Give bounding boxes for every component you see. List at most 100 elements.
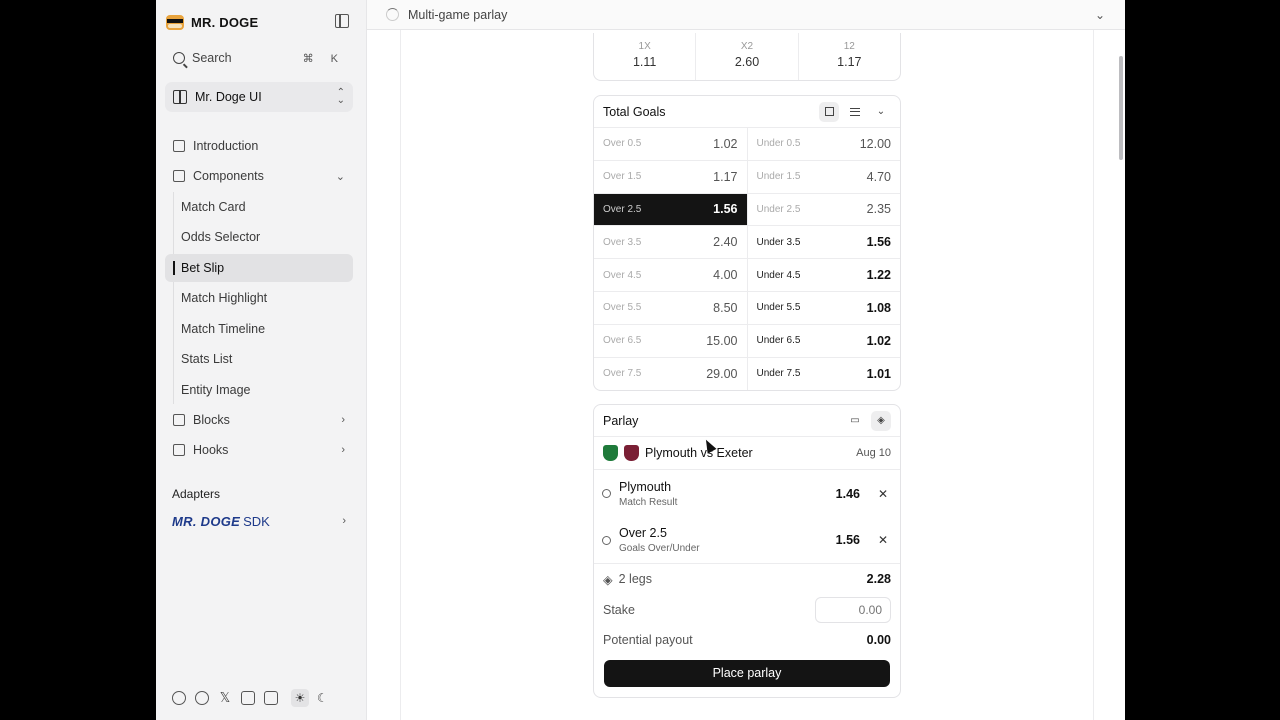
workspace-switcher[interactable]: Mr. Doge UI ⌃ ⌄ <box>165 82 353 112</box>
instagram-icon[interactable] <box>264 691 278 705</box>
over-odds-cell[interactable]: Over 5.5 8.50 <box>594 291 748 324</box>
over-odds-cell[interactable]: Over 3.5 2.40 <box>594 226 748 259</box>
sidebar-toggle-icon[interactable] <box>335 14 349 28</box>
sidebar-item-components[interactable]: Components ⌄ <box>165 162 353 190</box>
odds-option-x2[interactable]: X2 2.60 <box>696 33 799 80</box>
sidebar-footer: 𝕏 ☀ ☾ <box>165 684 353 712</box>
total-goals-header: Total Goals ⌄ <box>594 96 900 128</box>
odds-option-value: 1.11 <box>632 55 657 69</box>
sidebar-subitem-match-timeline[interactable]: Match Timeline <box>165 315 353 343</box>
under-odds-cell[interactable]: Under 4.5 1.22 <box>748 259 901 291</box>
sidebar-subitem-stats-list[interactable]: Stats List <box>165 345 353 373</box>
under-odds: 4.70 <box>866 169 891 184</box>
reddit-icon[interactable] <box>195 691 209 705</box>
over-odds-cell[interactable]: Over 1.5 1.17 <box>594 160 748 193</box>
stake-label: Stake <box>603 602 635 617</box>
github-icon[interactable] <box>172 691 186 705</box>
odds-option-12[interactable]: 12 1.17 <box>799 33 900 80</box>
chevron-down-icon: ⌄ <box>335 170 345 183</box>
preview-header[interactable]: Multi-game parlay ⌄ <box>367 0 1125 30</box>
sidebar-item-blocks[interactable]: Blocks › <box>165 406 353 434</box>
over-odds-cell[interactable]: Over 0.5 1.02 <box>594 128 748 160</box>
under-label: Under 1.5 <box>756 171 801 183</box>
moon-icon[interactable]: ☾ <box>317 691 328 705</box>
sidebar-subitem-odds-selector[interactable]: Odds Selector <box>165 223 353 251</box>
under-odds-cell[interactable]: Under 5.5 1.08 <box>748 292 901 324</box>
scrollbar-thumb[interactable] <box>1119 56 1123 160</box>
workspace-label: Mr. Doge UI <box>195 90 262 104</box>
preview-title: Multi-game parlay <box>408 7 508 22</box>
place-parlay-button[interactable]: Place parlay <box>604 659 890 687</box>
total-goals-card: Total Goals ⌄ Over 0.5 1.02 Under 0.5 12.0… <box>593 95 901 391</box>
total-goals-title: Total Goals <box>603 104 666 119</box>
collapse-button[interactable]: ⌄ <box>871 102 891 122</box>
list-icon <box>850 107 860 116</box>
goal-line-row: Over 2.5 1.56 Under 2.5 2.35 <box>594 193 901 227</box>
leg-odds: 1.56 <box>835 533 860 547</box>
under-odds-cell[interactable]: Under 6.5 1.02 <box>748 325 901 357</box>
goal-line-row: Over 7.5 29.00 Under 7.5 1.01 <box>594 357 901 390</box>
odds-option-value: 1.17 <box>837 55 862 69</box>
parlay-tools: ▭ ◈ <box>845 410 891 431</box>
close-icon[interactable]: ✕ <box>876 533 890 547</box>
under-odds: 1.56 <box>866 235 891 250</box>
under-label: Under 2.5 <box>756 203 801 215</box>
under-odds-cell[interactable]: Under 7.5 1.01 <box>748 358 901 390</box>
under-label: Under 6.5 <box>756 335 801 347</box>
plymouth-crest-icon <box>603 445 618 461</box>
match-date: Aug 10 <box>856 447 891 459</box>
x-icon[interactable]: 𝕏 <box>218 691 232 705</box>
sidebar-item-introduction[interactable]: Introduction <box>165 132 353 160</box>
grid-view-button[interactable] <box>819 101 839 122</box>
over-odds: 1.56 <box>713 202 738 217</box>
search-button[interactable]: Search ⌘ K <box>165 44 353 72</box>
over-odds: 1.02 <box>713 136 738 151</box>
leg-title: Over 2.5 <box>619 526 667 540</box>
under-odds-cell[interactable]: Under 3.5 1.56 <box>748 226 901 258</box>
goal-line-row: Over 1.5 1.17 Under 1.5 4.70 <box>594 160 901 194</box>
grid-icon <box>173 170 185 182</box>
sidebar-subitem-bet-slip[interactable]: Bet Slip <box>165 254 353 282</box>
under-odds-cell[interactable]: Under 1.5 4.70 <box>748 161 901 193</box>
sidebar-item-hooks[interactable]: Hooks › <box>165 436 353 464</box>
grid-icon <box>824 107 834 116</box>
layers-button[interactable]: ◈ <box>871 410 891 431</box>
match-teams: Plymouth vs Exeter <box>645 446 753 460</box>
list-view-button[interactable] <box>845 102 865 122</box>
search-shortcut: ⌘ K <box>302 52 345 65</box>
layers-icon: ◈ <box>603 572 613 587</box>
over-odds-cell[interactable]: Over 4.5 4.00 <box>594 259 748 291</box>
close-icon[interactable]: ✕ <box>876 487 890 501</box>
under-odds: 1.22 <box>866 268 891 283</box>
over-odds-cell-selected[interactable]: Over 2.5 1.56 <box>594 193 748 226</box>
sidebar-item-sdk[interactable]: MR. DOGE SDK › <box>165 508 353 534</box>
workspace-icon <box>173 90 187 104</box>
combined-odds: 2.28 <box>866 572 891 587</box>
linkedin-icon[interactable] <box>241 691 255 705</box>
odds-option-1x[interactable]: 1X 1.11 <box>594 33 697 80</box>
chevron-down-icon[interactable]: ⌄ <box>1095 8 1105 22</box>
over-odds-cell[interactable]: Over 6.5 15.00 <box>594 324 748 357</box>
leg-dot-icon <box>602 535 611 545</box>
leg-text: Plymouth Match Result <box>619 480 677 508</box>
over-odds: 1.17 <box>713 169 738 184</box>
chevron-up-down-icon: ⌃ ⌄ <box>336 87 345 106</box>
over-label: Over 1.5 <box>603 171 642 183</box>
sidebar-subitem-match-highlight[interactable]: Match Highlight <box>165 284 353 312</box>
over-odds: 15.00 <box>706 333 738 348</box>
under-odds: 2.35 <box>866 202 891 217</box>
under-odds-cell[interactable]: Under 2.5 2.35 <box>748 194 901 226</box>
sun-icon[interactable]: ☀ <box>291 689 309 707</box>
section-label-adapters: Adapters <box>172 487 221 501</box>
loading-spinner-icon <box>386 8 399 21</box>
sidebar-subitem-match-card[interactable]: Match Card <box>165 193 353 221</box>
sidebar-subitem-entity-image[interactable]: Entity Image <box>165 376 353 404</box>
brand-name: MR. DOGE <box>191 14 259 30</box>
ticket-button[interactable]: ▭ <box>845 411 865 431</box>
stake-input[interactable] <box>815 596 891 623</box>
under-odds-cell[interactable]: Under 0.5 12.00 <box>748 128 901 160</box>
leg-dot-icon <box>602 489 611 498</box>
app-window: MR. DOGE Search ⌘ K Mr. Doge UI ⌃ ⌄ Intro… <box>156 0 1125 720</box>
over-odds-cell[interactable]: Over 7.5 29.00 <box>594 357 748 390</box>
brand[interactable]: MR. DOGE <box>165 12 258 32</box>
